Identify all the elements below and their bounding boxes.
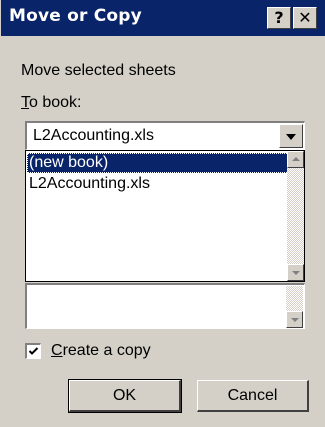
to-book-combobox[interactable]: L2Accounting.xls <box>25 121 305 150</box>
scroll-up-button[interactable] <box>287 151 304 168</box>
create-copy-checkbox[interactable] <box>25 343 41 359</box>
ok-button[interactable]: OK <box>68 379 182 413</box>
scroll-down-icon <box>291 318 299 322</box>
before-sheet-scrollbar[interactable] <box>286 286 303 328</box>
to-book-dropdown-list[interactable]: (new book) L2Accounting.xls <box>25 150 305 282</box>
to-book-value: L2Accounting.xls <box>33 127 154 144</box>
help-button[interactable]: ? <box>267 7 291 29</box>
to-book-label: To book: <box>21 94 81 112</box>
to-book-dropdown-button[interactable] <box>279 124 303 148</box>
before-sheet-list[interactable] <box>25 283 305 329</box>
checkmark-icon <box>28 347 39 355</box>
move-selected-sheets-label: Move selected sheets <box>21 62 176 79</box>
before-sheet-scroll-down-button[interactable] <box>286 311 303 328</box>
close-button[interactable]: ✕ <box>293 7 317 29</box>
title-bar[interactable]: Move or Copy ? ✕ <box>1 0 325 36</box>
chevron-down-icon <box>286 134 296 140</box>
scroll-down-icon <box>292 271 300 275</box>
to-book-label-text: o book: <box>29 94 82 111</box>
list-item-new-book[interactable]: (new book) <box>27 153 289 173</box>
scroll-down-button[interactable] <box>287 264 304 281</box>
scroll-up-icon <box>292 157 300 161</box>
move-or-copy-dialog: Move or Copy ? ✕ Move selected sheets To… <box>0 0 325 427</box>
list-item-l2accounting[interactable]: L2Accounting.xls <box>27 174 289 194</box>
create-copy-label-text: reate a copy <box>62 342 151 359</box>
cancel-button[interactable]: Cancel <box>197 380 309 412</box>
create-copy-accelerator: C <box>51 342 63 359</box>
to-book-accelerator: T <box>21 94 29 111</box>
window-title: Move or Copy <box>9 6 142 26</box>
create-copy-label[interactable]: Create a copy <box>51 342 151 360</box>
close-icon: ✕ <box>298 8 312 27</box>
list-scrollbar[interactable] <box>287 151 304 281</box>
